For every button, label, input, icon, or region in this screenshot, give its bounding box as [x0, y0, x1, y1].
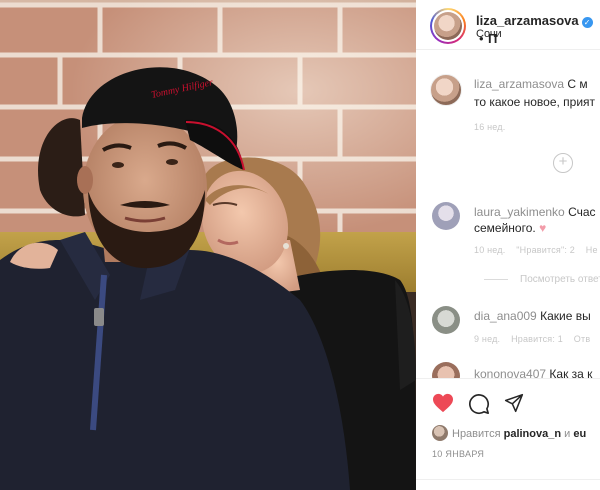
caption-time: 16 нед.	[474, 122, 506, 132]
heart-emoji-icon: ♥	[539, 221, 547, 235]
comment-text: Какие вы	[540, 309, 591, 323]
comment-reply-button[interactable]: Отв	[574, 334, 591, 344]
comment-likes[interactable]: "Нравится": 2	[516, 245, 575, 255]
likes-and: и	[564, 428, 571, 440]
like-heart-icon[interactable]	[432, 393, 454, 413]
comment-avatar[interactable]	[432, 306, 460, 334]
caption-avatar[interactable]	[430, 74, 462, 106]
view-replies-link[interactable]: Посмотреть ответ	[484, 274, 600, 285]
likes-summary: Нравится palinova_n и eu	[432, 425, 586, 441]
couple-photo-image: Tommy Hilfiger	[0, 0, 416, 490]
load-more-comments-button[interactable]: +	[553, 153, 573, 173]
comment-line-1: dia_ana009 Какие вы	[474, 308, 591, 324]
add-comment-area[interactable]	[416, 479, 600, 490]
comment-laura: laura_yakimenko Счас семейного. ♥ 10 нед…	[416, 200, 600, 280]
comment-avatar[interactable]	[432, 202, 460, 230]
comment-time: 10 нед.	[474, 245, 506, 255]
post-side-panel: liza_arzamasova ✓• П Сочи liza_arzamasova…	[416, 0, 600, 490]
liker-avatar[interactable]	[432, 425, 448, 441]
post-header: liza_arzamasova ✓• П Сочи	[416, 0, 600, 50]
likes-user[interactable]: palinova_n	[504, 428, 561, 440]
comment-likes[interactable]: Нравится: 1	[511, 334, 563, 344]
comment-time: 9 нед.	[474, 334, 501, 344]
comment-text-1: Счас	[568, 205, 596, 219]
author-avatar[interactable]	[430, 8, 466, 44]
comment-meta: 9 нед. Нравится: 1 Отв	[474, 334, 590, 344]
share-direct-icon[interactable]	[504, 393, 524, 413]
post-photo[interactable]: Tommy Hilfiger	[0, 0, 416, 490]
comment-line-1: laura_yakimenko Счас	[474, 204, 596, 220]
caption-username[interactable]: liza_arzamasova	[474, 77, 564, 91]
comment-meta: 10 нед. "Нравится": 2 Не	[474, 245, 598, 255]
comment-username[interactable]: laura_yakimenko	[474, 205, 565, 219]
verified-badge-icon: ✓	[581, 17, 593, 28]
caption: liza_arzamasova С м то какое новое, прия…	[416, 70, 600, 140]
comment-line-2: семейного. ♥	[474, 220, 546, 236]
comment-username[interactable]: dia_ana009	[474, 309, 537, 323]
comment-reply-button[interactable]: Не	[586, 245, 598, 255]
caption-text-1: С м	[567, 77, 588, 91]
author-username[interactable]: liza_arzamasova	[476, 13, 579, 28]
comment-dia: dia_ana009 Какие вы 9 нед. Нравится: 1 О…	[416, 306, 600, 356]
likes-prefix: Нравится	[452, 428, 501, 440]
likes-tail[interactable]: eu	[573, 428, 586, 440]
comment-text-2: семейного.	[474, 221, 536, 235]
comment-bubble-icon[interactable]	[468, 393, 490, 415]
post-date[interactable]: 10 ЯНВАРЯ	[432, 449, 484, 459]
post-actions: Нравится palinova_n и eu 10 ЯНВАРЯ	[416, 378, 600, 490]
caption-text-2: то какое новое, прият	[474, 95, 596, 109]
caption-line-1: liza_arzamasova С м	[474, 76, 588, 92]
post-location[interactable]: Сочи	[476, 28, 502, 40]
